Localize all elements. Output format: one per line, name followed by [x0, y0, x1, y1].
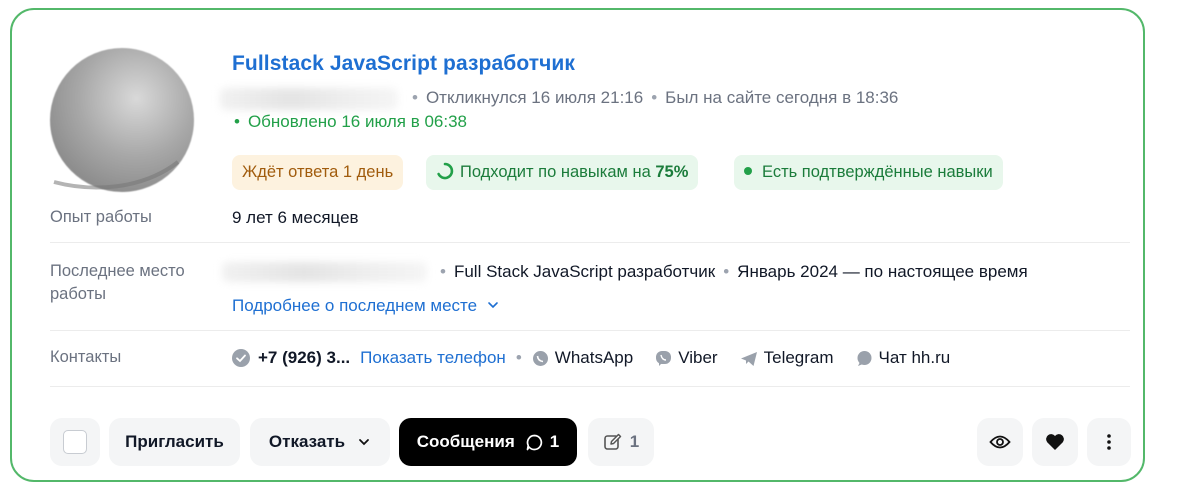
telegram-contact[interactable]: Telegram	[740, 348, 834, 368]
progress-ring-icon	[437, 162, 454, 180]
more-vertical-icon	[1107, 434, 1111, 450]
chat-bubble-icon	[526, 434, 542, 450]
eye-icon	[989, 435, 1011, 449]
last-job-position: Full Stack JavaScript разработчик	[453, 262, 716, 281]
company-name-hidden	[222, 262, 427, 282]
skills-match-badge[interactable]: Подходит по навыкам на 75%	[426, 155, 699, 190]
activity-line: • Откликнулся 16 июля 21:16 • Был на сайте …	[412, 88, 899, 107]
edit-note-icon	[603, 433, 622, 450]
contacts-line: +7 (926) 3... Показать телефон • WhatsAp…	[232, 348, 950, 368]
updated-time: Обновлено 16 июля в 06:38	[247, 112, 467, 131]
last-seen: Был на сайте сегодня в 18:36	[665, 88, 899, 107]
candidate-name-hidden	[220, 88, 398, 110]
last-job-period: Январь 2024 — по настоящее время	[737, 262, 1028, 281]
confirmed-skills-badge[interactable]: Есть подтверждённые навыки	[734, 155, 1003, 190]
telegram-icon	[740, 351, 757, 366]
more-options-button[interactable]	[1087, 418, 1131, 466]
messages-count: 1	[549, 432, 560, 451]
vacancy-title[interactable]: Fullstack JavaScript разработчик	[232, 52, 575, 76]
favorite-button[interactable]	[1032, 418, 1078, 466]
viber-contact[interactable]: Viber	[655, 348, 718, 368]
hh-chat-contact[interactable]: Чат hh.ru	[856, 348, 950, 368]
phone-number: +7 (926) 3...	[258, 348, 351, 367]
divider	[50, 386, 1130, 387]
waiting-badge: Ждёт ответа 1 день	[232, 155, 404, 190]
contacts-label: Контакты	[50, 348, 122, 366]
invite-button[interactable]: Пригласить	[109, 418, 240, 466]
whatsapp-contact[interactable]: WhatsApp	[532, 348, 633, 368]
select-checkbox-button[interactable]	[50, 418, 100, 466]
experience-value: 9 лет 6 месяцев	[232, 208, 359, 227]
avatar-decoration	[53, 160, 180, 190]
chat-bubble-icon	[857, 351, 872, 367]
divider	[50, 242, 1130, 243]
notes-button[interactable]: 1	[588, 418, 654, 466]
notes-count: 1	[629, 432, 640, 451]
whatsapp-icon	[532, 351, 548, 367]
divider	[50, 330, 1130, 331]
chevron-down-icon	[359, 439, 369, 446]
last-job-line: • Full Stack JavaScript разработчик • Январ…	[440, 262, 1028, 281]
reject-button[interactable]: Отказать	[250, 418, 390, 466]
heart-icon	[1046, 434, 1064, 450]
updated-line: • Обновлено 16 июля в 06:38	[234, 112, 467, 131]
mark-viewed-button[interactable]	[977, 418, 1023, 466]
viber-icon	[656, 351, 672, 367]
candidate-card: Fullstack JavaScript разработчик • Отклик…	[10, 8, 1145, 482]
last-job-more-link[interactable]: Подробнее о последнем месте	[232, 296, 500, 316]
status-dot-icon	[744, 167, 752, 175]
show-phone-link[interactable]: Показать телефон	[360, 348, 506, 368]
checkbox[interactable]	[63, 430, 87, 454]
responded-time: Откликнулся 16 июля 21:16	[425, 88, 644, 107]
last-job-label: Последнее место работы	[50, 262, 185, 303]
chevron-down-icon	[488, 302, 498, 309]
experience-label: Опыт работы	[50, 208, 152, 226]
messages-button[interactable]: Сообщения 1	[399, 418, 577, 466]
verified-check-icon	[232, 349, 250, 367]
